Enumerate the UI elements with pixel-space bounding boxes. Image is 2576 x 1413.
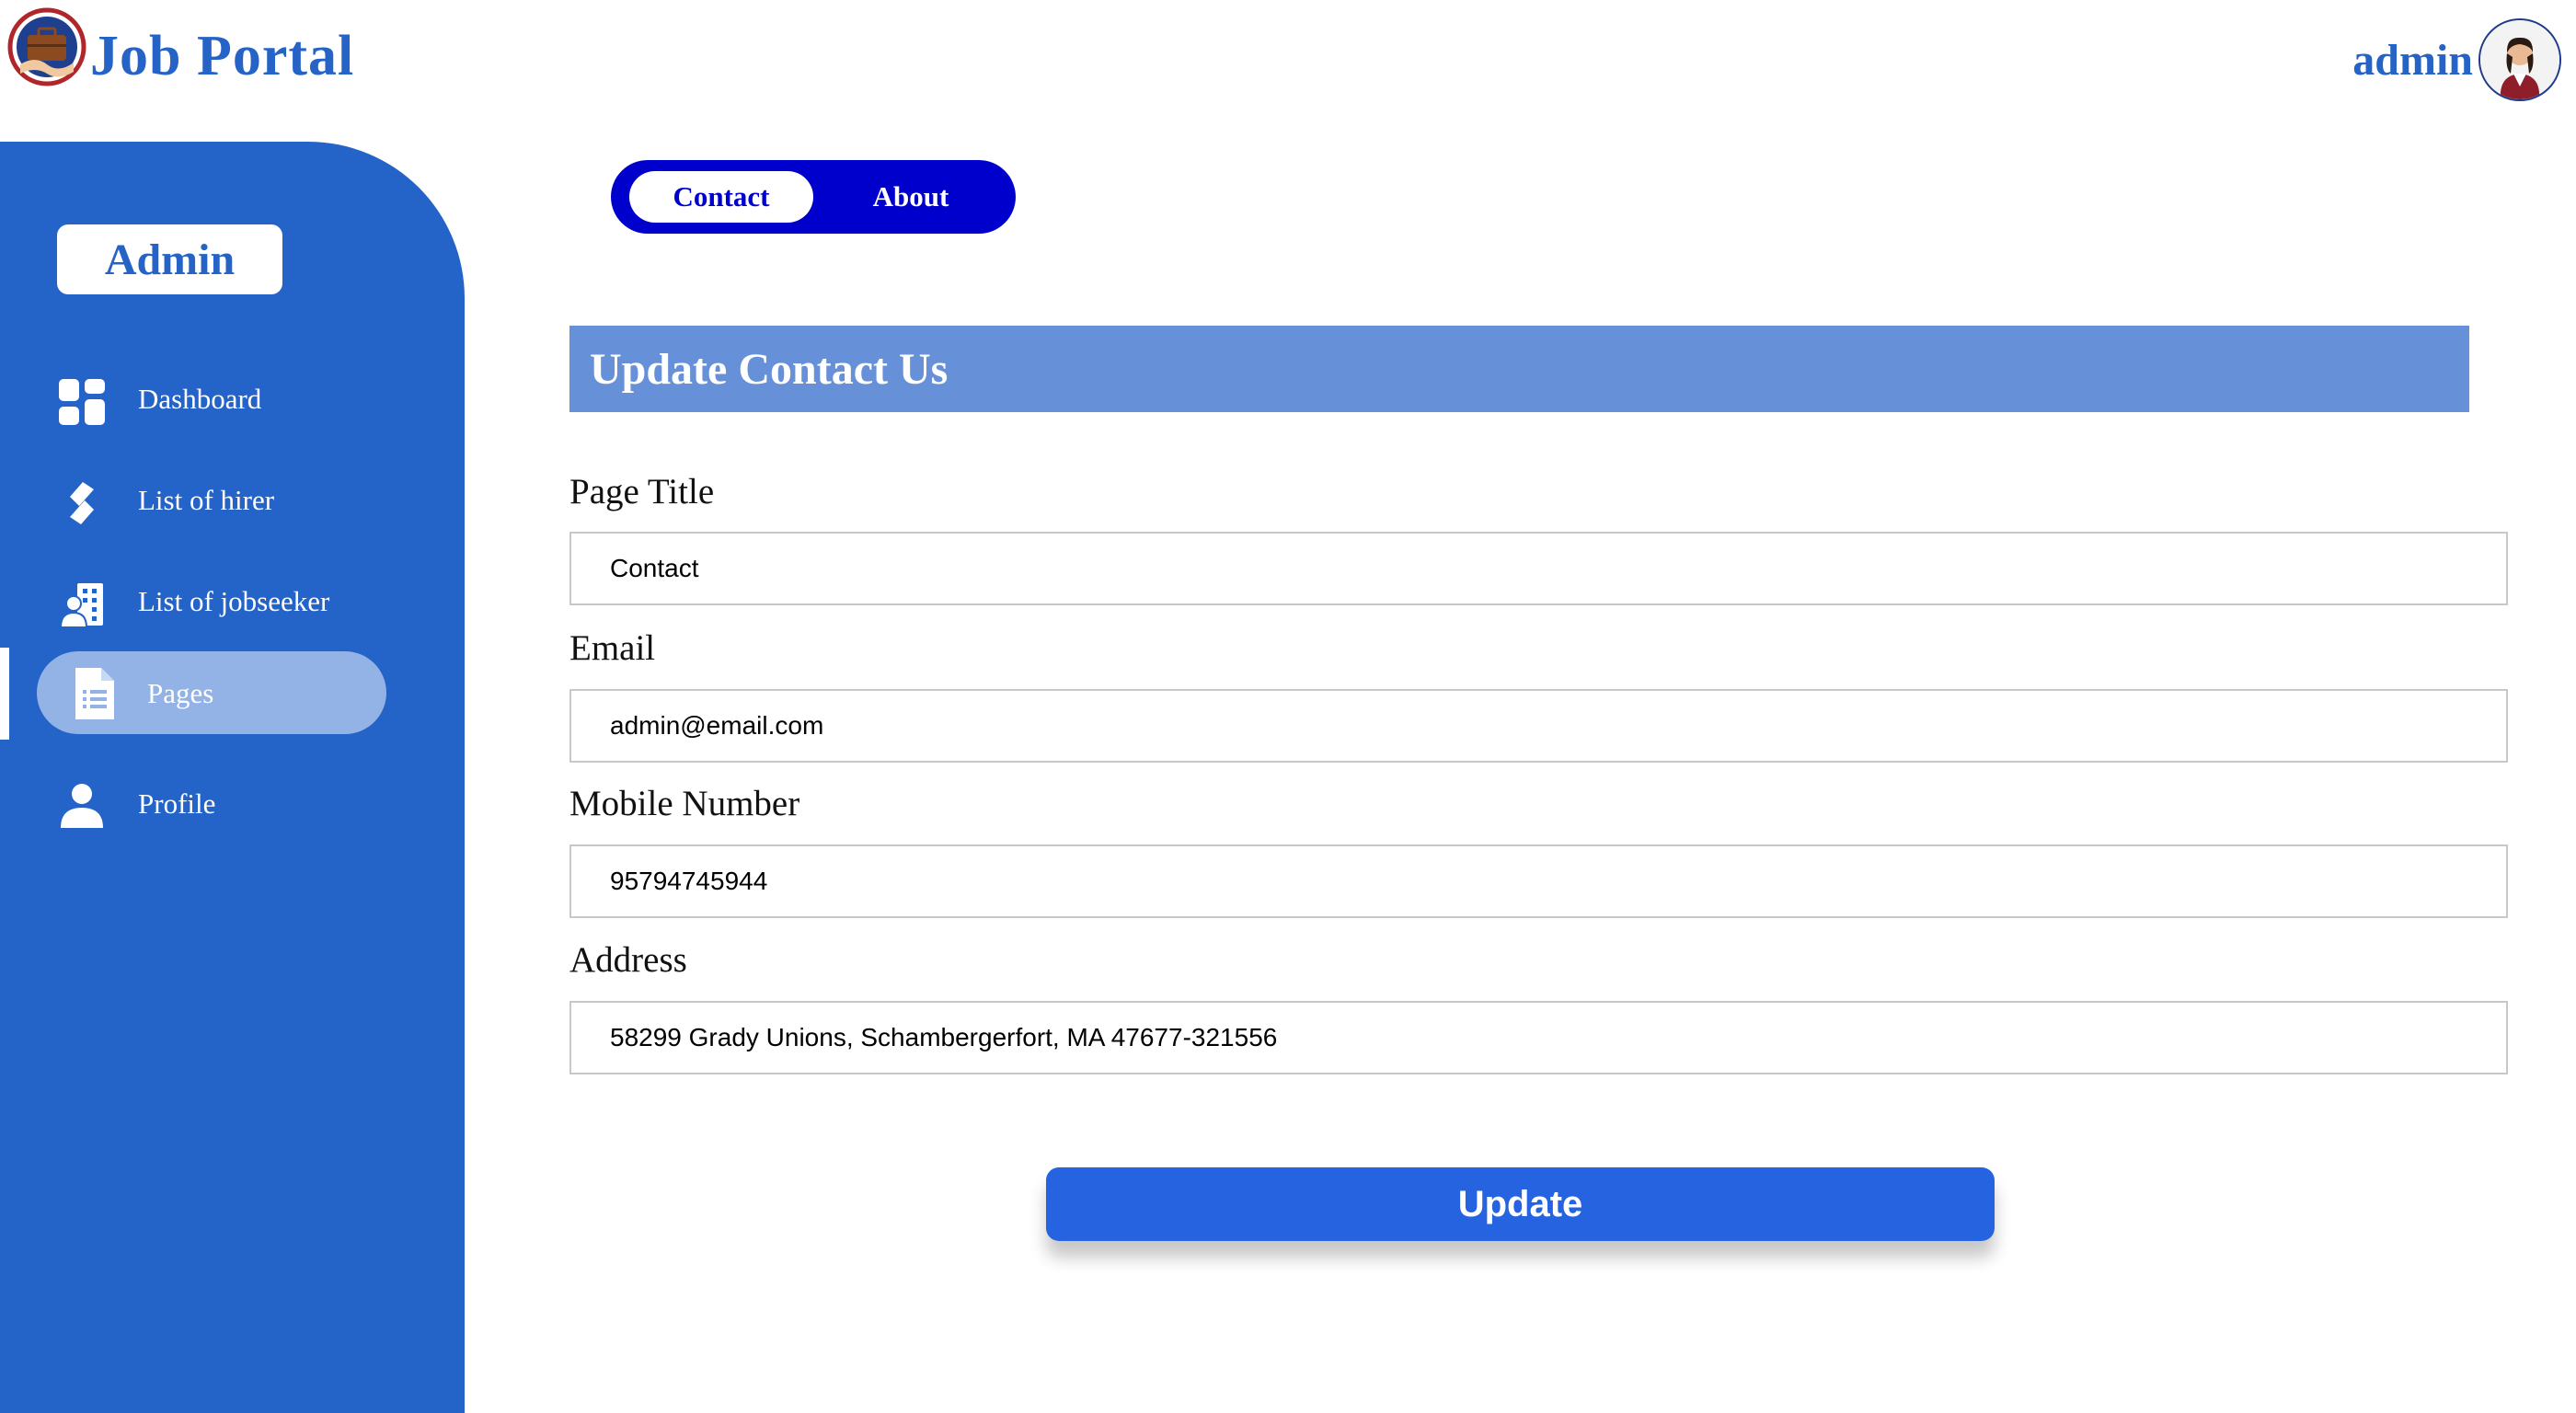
- page-tabs: Contact About: [611, 160, 1016, 234]
- user-name[interactable]: admin: [2352, 31, 2473, 90]
- sidebar-item-pages[interactable]: Pages: [0, 648, 442, 740]
- sidebar-item-jobseeker[interactable]: List of jobseeker: [0, 559, 442, 644]
- active-indicator: [0, 648, 9, 740]
- brand-title: Job Portal: [90, 25, 355, 87]
- sidebar-item-label: Dashboard: [138, 383, 262, 415]
- logo-icon: [7, 7, 86, 86]
- mobile-number-label: Mobile Number: [569, 784, 800, 823]
- tab-about[interactable]: About: [828, 171, 994, 223]
- address-label: Address: [569, 940, 687, 980]
- tab-contact[interactable]: Contact: [629, 171, 813, 223]
- page-title-input[interactable]: [569, 532, 2508, 605]
- update-button[interactable]: Update: [1046, 1167, 1995, 1241]
- sidebar: Admin Dashboard List of hirer List of jo…: [0, 142, 465, 1413]
- email-input[interactable]: [569, 689, 2508, 763]
- hirer-icon: [57, 478, 107, 528]
- role-badge: Admin: [57, 224, 282, 294]
- jobseeker-icon: [57, 580, 107, 629]
- avatar[interactable]: [2478, 18, 2561, 101]
- address-input[interactable]: [569, 1001, 2508, 1074]
- sidebar-item-label: Profile: [138, 787, 216, 820]
- sidebar-item-label: Pages: [147, 677, 214, 709]
- user-icon: [57, 782, 107, 832]
- mobile-number-input[interactable]: [569, 844, 2508, 918]
- dashboard-icon: [57, 377, 107, 427]
- email-label: Email: [569, 628, 656, 668]
- sidebar-item-label: List of hirer: [138, 484, 275, 516]
- page-title-label: Page Title: [569, 472, 715, 511]
- section-title: Update Contact Us: [590, 344, 949, 394]
- sidebar-item-hirer[interactable]: List of hirer: [0, 458, 442, 543]
- sidebar-item-profile[interactable]: Profile: [0, 762, 442, 846]
- section-header: Update Contact Us: [569, 326, 2469, 412]
- sidebar-item-dashboard[interactable]: Dashboard: [0, 357, 442, 442]
- sidebar-item-label: List of jobseeker: [138, 585, 330, 617]
- page-icon: [70, 666, 120, 719]
